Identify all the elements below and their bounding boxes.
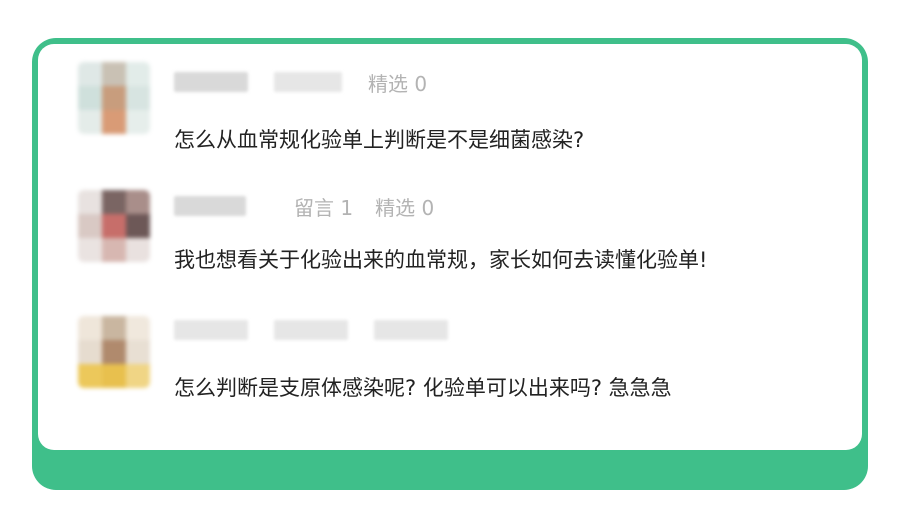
avatar[interactable] <box>78 316 150 388</box>
username-redacted <box>174 196 246 216</box>
comment-text: 我也想看关于化验出来的血常规，家长如何去读懂化验单! <box>174 248 708 272</box>
comment-card: 精选 0 怎么从血常规化验单上判断是不是细菌感染? 留言 1 精选 0 我也想看… <box>38 44 862 450</box>
comment-text: 怎么从血常规化验单上判断是不是细菌感染? <box>174 128 585 152</box>
username-redacted <box>174 72 248 92</box>
username-redacted <box>274 72 342 92</box>
avatar[interactable] <box>78 62 150 134</box>
username-redacted <box>374 320 448 340</box>
comment-item: 怎么判断是支原体感染呢? 化验单可以出来吗? 急急急 <box>38 306 862 406</box>
avatar[interactable] <box>78 190 150 262</box>
username-redacted <box>274 320 348 340</box>
comment-item: 留言 1 精选 0 我也想看关于化验出来的血常规，家长如何去读懂化验单! <box>38 180 862 280</box>
comment-meta <box>174 318 474 342</box>
username-redacted <box>174 320 248 340</box>
comment-meta: 留言 1 精选 0 <box>174 194 456 220</box>
comment-meta: 精选 0 <box>174 70 449 96</box>
featured-count: 精选 0 <box>368 71 428 96</box>
comment-text: 怎么判断是支原体感染呢? 化验单可以出来吗? 急急急 <box>174 376 672 400</box>
comment-item: 精选 0 怎么从血常规化验单上判断是不是细菌感染? <box>38 52 862 152</box>
reply-count: 留言 1 <box>294 195 354 220</box>
featured-count: 精选 0 <box>375 195 435 220</box>
